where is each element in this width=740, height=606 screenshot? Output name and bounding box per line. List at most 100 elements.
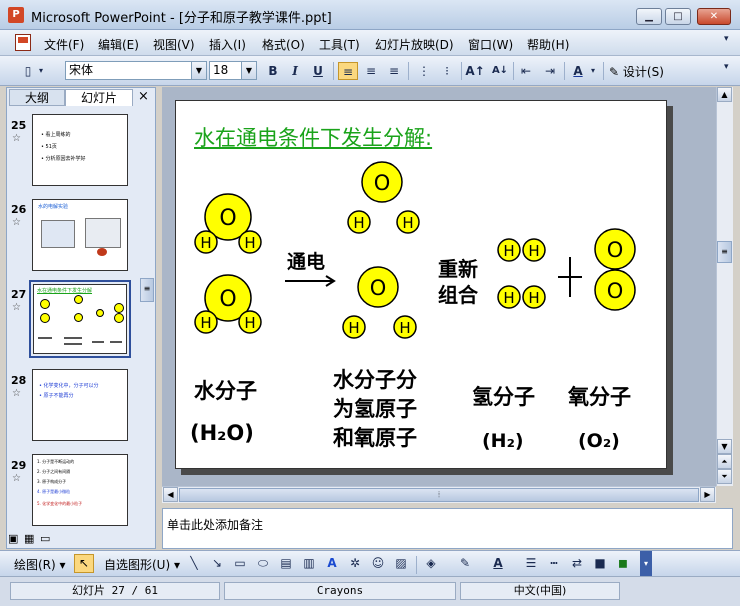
oval-tool-icon[interactable]: ⬭ [253,554,273,572]
menu-edit[interactable]: 编辑(E) [98,36,139,53]
vertical-scrollbar[interactable]: ▲ ≡ ▼ ⏶ ⏷ [716,87,733,486]
vertical-textbox-icon[interactable]: ▥ [299,554,319,572]
split-label-1[interactable]: 水分子分 [333,364,417,394]
draw-menu-button[interactable]: 绘图(R) ▾ [14,556,66,573]
underline-button[interactable]: U [308,62,328,80]
water-molecule-label[interactable]: 水分子 [194,375,257,405]
design-button[interactable]: ✎ 设计(S) [609,63,664,80]
minimize-button[interactable]: ▁ [636,8,662,25]
font-name-combo[interactable]: 宋体 ▼ [65,61,207,80]
slideshow-icon[interactable]: ▭ [40,532,50,545]
star-icon: ☆ [12,302,21,313]
autoshapes-button[interactable]: 自选图形(U) ▾ [104,556,180,573]
menu-help[interactable]: 帮助(H) [527,36,569,53]
star-icon: ☆ [12,388,21,399]
font-color-icon[interactable]: A [488,554,508,572]
align-right-icon[interactable]: ≡ [384,62,404,80]
scrollbar-thumb[interactable]: ≡ [717,241,732,263]
next-slide-icon[interactable]: ⏷ [717,469,732,484]
scroll-down-icon[interactable]: ▼ [717,439,732,454]
3d-style-icon[interactable]: ◼ [613,554,633,572]
chevron-down-icon[interactable]: ▼ [241,62,256,79]
hscroll-thumb[interactable]: ⦙ [179,488,699,502]
pane-scrollbar-thumb[interactable]: ≡ [140,278,154,302]
slide-thumbnail-29[interactable]: 1. 分子是不断运动的 2. 分子之间有间隔 3. 原子构成分子 4. 原子是最… [32,454,128,526]
slide-canvas[interactable]: 水在通电条件下发生分解: O H H O H H O H H O H H H H… [175,100,667,469]
increase-font-icon[interactable]: A↑ [465,62,485,80]
line-color-icon[interactable]: ✎ [455,554,475,572]
slide-thumbnail-28[interactable]: • 化学变化中，分子可以分 • 原子不能再分 [32,369,128,441]
horizontal-scrollbar[interactable]: ◀ ⦙ ▶ [162,486,716,503]
menu-insert[interactable]: 插入(I) [209,36,246,53]
slide-thumbnail-27-selected[interactable]: 水在通电条件下发生分解 [29,280,131,358]
chevron-down-icon[interactable]: ▼ [191,62,206,79]
split-label-2[interactable]: 为氢原子 [333,393,417,423]
menu-tools[interactable]: 工具(T) [319,36,360,53]
slide-thumbnail-26[interactable]: 水的电解实验 [32,199,128,271]
align-left-icon[interactable]: ≡ [338,62,358,80]
wordart-icon[interactable]: A [322,554,342,572]
thumb-atom [74,313,83,322]
fill-color-icon[interactable]: ◈ [421,554,441,572]
numbering-icon[interactable]: ⋮ [414,62,434,80]
oxygen-molecule-label[interactable]: 氧分子 [568,381,631,411]
scroll-left-icon[interactable]: ◀ [163,487,178,502]
font-color-button[interactable]: A [568,62,588,80]
line-style-icon[interactable]: ☰ [521,554,541,572]
regroup-label-1[interactable]: 重新 [438,253,478,282]
maximize-button[interactable]: □ [665,8,691,25]
font-size-combo[interactable]: 18 ▼ [209,61,257,80]
increase-indent-icon[interactable]: ⇥ [540,62,560,80]
hydrogen-molecule-label[interactable]: 氢分子 [472,381,535,411]
slide-sorter-icon[interactable]: ▦ [24,532,34,545]
new-document-icon[interactable]: ▯ [18,62,38,80]
decrease-font-icon[interactable]: A↓ [490,62,510,80]
arrow-style-icon[interactable]: ⇄ [567,554,587,572]
dash-style-icon[interactable]: ┅ [544,554,564,572]
close-button[interactable]: ✕ [697,8,731,25]
thumb-text: 3. 原子构成分子 [37,479,67,484]
split-label-3[interactable]: 和氧原子 [333,422,417,452]
scroll-up-icon[interactable]: ▲ [717,87,732,102]
line-tool-icon[interactable]: ╲ [184,554,204,572]
menu-slideshow[interactable]: 幻灯片放映(D) [375,36,454,53]
tab-outline[interactable]: 大纲 [9,89,65,106]
shadow-style-icon[interactable]: ■ [590,554,610,572]
normal-view-icon[interactable]: ▣ [8,532,18,545]
menu-file[interactable]: 文件(F) [44,36,84,53]
font-color-dropdown-icon[interactable]: ▾ [588,62,598,80]
oxygen-formula-label[interactable]: (O₂) [578,430,620,452]
rectangle-tool-icon[interactable]: ▭ [230,554,250,572]
menu-window[interactable]: 窗口(W) [468,36,513,53]
regroup-label-2[interactable]: 组合 [438,279,478,308]
menu-options-icon[interactable]: ▾ [724,34,729,44]
arrow-tool-icon[interactable]: ↘ [207,554,227,572]
textbox-tool-icon[interactable]: ▤ [276,554,296,572]
slide-thumbnail-25[interactable]: • 看上周练的 • 51页 • 分析原因去补学好 [32,114,128,186]
bullets-icon[interactable]: ⁝ [437,62,457,80]
powerpoint-app-icon[interactable]: P [8,7,24,23]
scroll-right-icon[interactable]: ▶ [700,487,715,502]
water-formula-label[interactable]: (H₂O) [190,421,254,445]
picture-icon[interactable]: ▨ [391,554,411,572]
notes-placeholder[interactable]: 单击此处添加备注 [167,516,263,533]
toolbar-options-icon[interactable]: ▾ [640,551,652,576]
close-icon[interactable]: × [138,89,149,104]
menu-view[interactable]: 视图(V) [153,36,195,53]
document-icon[interactable] [15,34,31,51]
bold-button[interactable]: B [263,62,283,80]
arrow-label[interactable]: 通电 [287,247,325,274]
menu-format[interactable]: 格式(O) [262,36,305,53]
toolbar-options-icon[interactable]: ▾ [724,62,729,72]
tab-slides[interactable]: 幻灯片 [65,89,133,106]
new-dropdown-icon[interactable]: ▾ [36,62,46,80]
hydrogen-formula-label[interactable]: (H₂) [482,430,524,452]
select-pointer-icon[interactable]: ↖ [74,554,94,573]
diagram-icon[interactable]: ✲ [345,554,365,572]
clipart-icon[interactable]: ☺ [368,554,388,572]
previous-slide-icon[interactable]: ⏶ [717,454,732,469]
notes-pane[interactable]: 单击此处添加备注 [162,508,733,549]
align-center-icon[interactable]: ≡ [361,62,381,80]
italic-button[interactable]: I [285,62,305,80]
decrease-indent-icon[interactable]: ⇤ [516,62,536,80]
